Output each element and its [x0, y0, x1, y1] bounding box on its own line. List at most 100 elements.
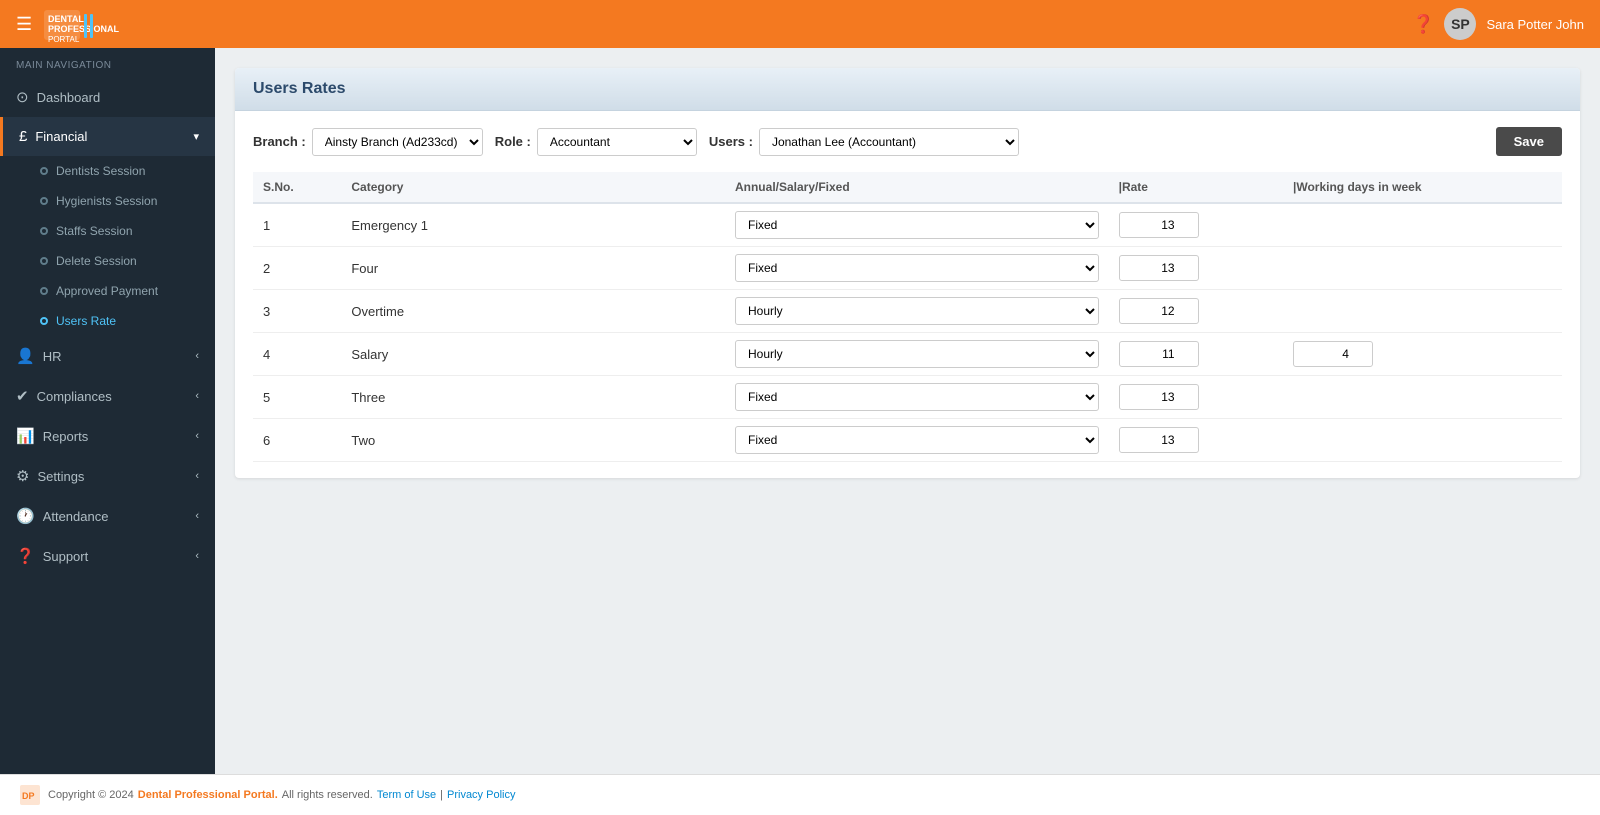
rate-input[interactable] — [1119, 212, 1199, 238]
sidebar-sub-dentists-session[interactable]: Dentists Session — [0, 156, 215, 186]
cell-salary-type: FixedHourlyAnnual — [725, 333, 1109, 376]
footer: DP Copyright © 2024 Dental Professional … — [0, 774, 1600, 815]
cell-sno: 6 — [253, 419, 341, 462]
sidebar-item-label: Reports — [43, 429, 89, 444]
salary-type-select[interactable]: FixedHourlyAnnual — [735, 426, 1099, 454]
cell-working-days — [1283, 376, 1562, 419]
salary-type-select[interactable]: FixedHourlyAnnual — [735, 254, 1099, 282]
cell-working-days — [1283, 290, 1562, 333]
table-row: 4Salary FixedHourlyAnnual — [253, 333, 1562, 376]
reports-icon: 📊 — [16, 427, 35, 445]
sidebar-item-label: Support — [43, 549, 89, 564]
chevron-right-icon: ‹ — [195, 430, 199, 442]
salary-type-select[interactable]: FixedHourlyAnnual — [735, 340, 1099, 368]
sidebar-item-compliances[interactable]: ✔ Compliances ‹ — [0, 376, 215, 416]
sub-circle-icon — [40, 257, 48, 265]
sidebar-item-attendance[interactable]: 🕐 Attendance ‹ — [0, 496, 215, 536]
cell-rate — [1109, 376, 1283, 419]
rate-input[interactable] — [1119, 255, 1199, 281]
dashboard-icon: ⊙ — [16, 88, 29, 106]
chevron-right-icon: ‹ — [195, 510, 199, 522]
cell-working-days — [1283, 247, 1562, 290]
footer-privacy-policy[interactable]: Privacy Policy — [447, 789, 515, 801]
sidebar-sub-approved-payment[interactable]: Approved Payment — [0, 276, 215, 306]
top-header: ☰ DENTAL PROFESSIONAL PORTAL ❓ SP Sara P… — [0, 0, 1600, 48]
salary-type-select[interactable]: FixedHourlyAnnual — [735, 211, 1099, 239]
logo: DENTAL PROFESSIONAL PORTAL — [44, 6, 164, 42]
salary-type-select[interactable]: FixedHourlyAnnual — [735, 297, 1099, 325]
rate-input[interactable] — [1119, 384, 1199, 410]
help-icon[interactable]: ❓ — [1412, 14, 1434, 35]
cell-sno: 4 — [253, 333, 341, 376]
save-button[interactable]: Save — [1496, 127, 1562, 156]
table-row: 3Overtime FixedHourlyAnnual — [253, 290, 1562, 333]
cell-working-days — [1283, 419, 1562, 462]
working-days-input[interactable] — [1293, 341, 1373, 367]
sidebar-item-financial[interactable]: £ Financial ▾ — [0, 117, 215, 156]
filters-row: Branch : Ainsty Branch (Ad233cd) Role : … — [253, 127, 1562, 156]
branch-filter-group: Branch : Ainsty Branch (Ad233cd) — [253, 128, 483, 156]
svg-text:DP: DP — [22, 791, 35, 801]
cell-salary-type: FixedHourlyAnnual — [725, 376, 1109, 419]
sidebar-item-hr[interactable]: 👤 HR ‹ — [0, 336, 215, 376]
sidebar-item-support[interactable]: ❓ Support ‹ — [0, 536, 215, 576]
rate-input[interactable] — [1119, 298, 1199, 324]
sidebar-item-label: Attendance — [43, 509, 109, 524]
sub-circle-icon — [40, 167, 48, 175]
cell-working-days — [1283, 333, 1562, 376]
table-row: 2FourFixedHourlyAnnual — [253, 247, 1562, 290]
support-icon: ❓ — [16, 547, 35, 565]
sidebar-sub-users-rate[interactable]: Users Rate — [0, 306, 215, 336]
cell-working-days — [1283, 203, 1562, 247]
card-body: Branch : Ainsty Branch (Ad233cd) Role : … — [235, 111, 1580, 478]
footer-logo: DP — [20, 785, 40, 805]
sub-circle-icon — [40, 317, 48, 325]
footer-copyright: Copyright © 2024 — [48, 789, 134, 801]
attendance-icon: 🕐 — [16, 507, 35, 525]
role-select[interactable]: Accountant — [537, 128, 697, 156]
sidebar-item-settings[interactable]: ⚙ Settings ‹ — [0, 456, 215, 496]
nav-label: MAIN NAVIGATION — [0, 48, 215, 77]
role-filter-group: Role : Accountant — [495, 128, 697, 156]
user-avatar: SP — [1444, 8, 1476, 40]
role-label: Role : — [495, 134, 531, 149]
header-left: ☰ DENTAL PROFESSIONAL PORTAL — [16, 6, 164, 42]
col-sno: S.No. — [253, 172, 341, 203]
cell-category: Two — [341, 419, 725, 462]
users-select[interactable]: Jonathan Lee (Accountant) — [759, 128, 1019, 156]
hamburger-icon[interactable]: ☰ — [16, 14, 32, 35]
card-title: Users Rates — [253, 80, 346, 97]
sidebar-sub-staffs-session[interactable]: Staffs Session — [0, 216, 215, 246]
users-label: Users : — [709, 134, 753, 149]
sidebar: MAIN NAVIGATION ⊙ Dashboard £ Financial … — [0, 48, 215, 774]
salary-type-select[interactable]: FixedHourlyAnnual — [735, 383, 1099, 411]
rate-input[interactable] — [1119, 427, 1199, 453]
branch-select[interactable]: Ainsty Branch (Ad233cd) — [312, 128, 483, 156]
table-header-row: S.No. Category Annual/Salary/Fixed |Rate… — [253, 172, 1562, 203]
users-rates-card: Users Rates Branch : Ainsty Branch (Ad23… — [235, 68, 1580, 478]
sidebar-sub-hygienists-session[interactable]: Hygienists Session — [0, 186, 215, 216]
sidebar-sub-delete-session[interactable]: Delete Session — [0, 246, 215, 276]
cell-rate — [1109, 247, 1283, 290]
cell-sno: 3 — [253, 290, 341, 333]
cell-category: Overtime — [341, 290, 725, 333]
table-row: 1Emergency 1FixedHourlyAnnual — [253, 203, 1562, 247]
settings-icon: ⚙ — [16, 467, 29, 485]
rate-input[interactable] — [1119, 341, 1199, 367]
col-category: Category — [341, 172, 725, 203]
sidebar-item-label: Financial — [35, 129, 87, 144]
cell-category: Salary — [341, 333, 725, 376]
cell-salary-type: FixedHourlyAnnual — [725, 203, 1109, 247]
footer-term-of-use[interactable]: Term of Use — [377, 789, 436, 801]
chevron-right-icon: ‹ — [195, 350, 199, 362]
cell-category: Emergency 1 — [341, 203, 725, 247]
footer-brand: Dental Professional Portal. — [138, 789, 278, 801]
cell-sno: 2 — [253, 247, 341, 290]
cell-rate — [1109, 203, 1283, 247]
col-rate: |Rate — [1109, 172, 1283, 203]
sidebar-item-reports[interactable]: 📊 Reports ‹ — [0, 416, 215, 456]
chevron-right-icon: ‹ — [195, 550, 199, 562]
user-name: Sara Potter John — [1486, 17, 1584, 32]
financial-icon: £ — [19, 128, 27, 145]
sidebar-item-dashboard[interactable]: ⊙ Dashboard — [0, 77, 215, 117]
